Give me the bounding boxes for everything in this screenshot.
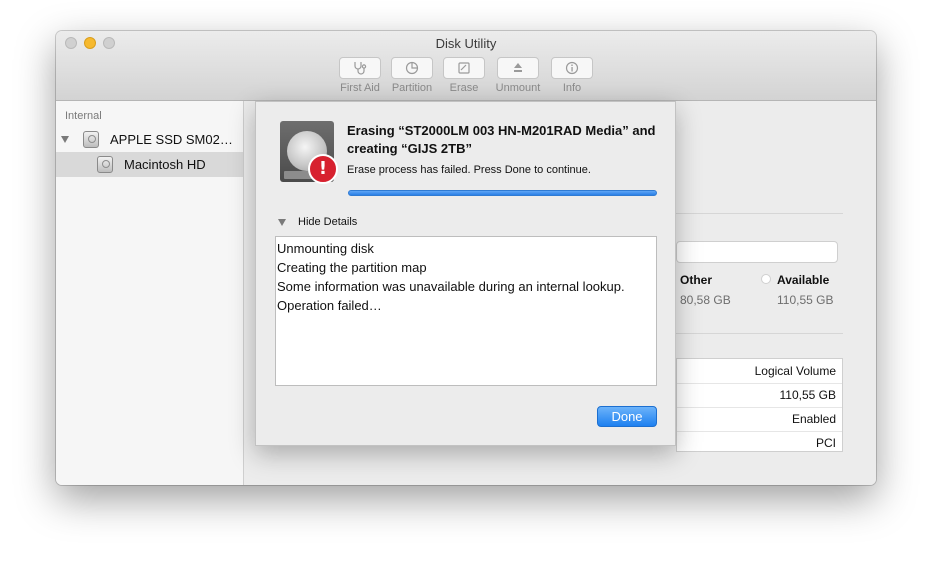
disclosure-triangle-icon[interactable]: [61, 136, 69, 143]
hide-details-toggle[interactable]: Hide Details: [278, 215, 398, 231]
title-bar: Disk Utility First Aid Partition Erase U…: [56, 31, 876, 101]
info-row-type: Logical Volume: [677, 359, 842, 384]
erase-icon: [443, 57, 485, 79]
done-button[interactable]: Done: [597, 406, 657, 427]
sheet-title: Erasing “ST2000LM 003 HN-M201RAD Media” …: [347, 123, 656, 156]
window-title: Disk Utility: [435, 36, 497, 51]
info-icon: [551, 57, 593, 79]
disclosure-triangle-icon: [278, 219, 286, 226]
sidebar-section-internal: Internal: [65, 110, 102, 122]
info-value: Logical Volume: [754, 364, 836, 378]
internal-drive-icon: [83, 131, 99, 148]
stethoscope-icon: [339, 57, 381, 79]
info-label: Info: [562, 82, 582, 94]
divider: [676, 333, 843, 334]
sidebar-item-volume[interactable]: Macintosh HD: [56, 152, 243, 177]
progress-bar: [348, 190, 657, 196]
log-line: Some information was unavailable during …: [277, 279, 625, 294]
available-swatch: [761, 274, 771, 284]
info-button[interactable]: Info: [537, 57, 607, 97]
legend-available-value: 110,55 GB: [777, 293, 834, 307]
log-line: Creating the partition map: [277, 260, 427, 275]
volume-drive-icon: [97, 156, 113, 173]
log-line: Unmounting disk: [277, 241, 374, 256]
details-log[interactable]: Unmounting disk Creating the partition m…: [275, 236, 657, 386]
eject-icon: [497, 57, 539, 79]
info-row-connection: PCI: [677, 431, 842, 455]
hide-details-label: Hide Details: [298, 216, 358, 228]
legend-other-value: 80,58 GB: [680, 293, 731, 307]
sidebar-volume-label: Macintosh HD: [124, 157, 206, 172]
legend-available-title: Available: [777, 273, 830, 287]
info-row-status: Enabled: [677, 407, 842, 432]
divider: [676, 213, 843, 214]
warning-icon: !: [308, 154, 338, 184]
info-table: Logical Volume 110,55 GB Enabled PCI: [676, 358, 843, 452]
sidebar: Internal APPLE SSD SM02… Macintosh HD: [56, 101, 244, 485]
erase-sheet: ! Erasing “ST2000LM 003 HN-M201RAD Media…: [255, 101, 676, 446]
info-row-capacity: 110,55 GB: [677, 383, 842, 408]
log-line: Operation failed…: [277, 298, 382, 313]
sheet-status: Erase process has failed. Press Done to …: [347, 164, 591, 176]
usage-bar: [676, 241, 838, 263]
info-value: PCI: [815, 436, 836, 450]
info-value: 110,55 GB: [779, 388, 836, 402]
sidebar-item-disk[interactable]: APPLE SSD SM02…: [56, 127, 243, 152]
legend-other-title: Other: [680, 273, 713, 287]
info-value: Enabled: [791, 412, 836, 426]
sidebar-disk-label: APPLE SSD SM02…: [110, 132, 233, 147]
pie-partition-icon: [391, 57, 433, 79]
